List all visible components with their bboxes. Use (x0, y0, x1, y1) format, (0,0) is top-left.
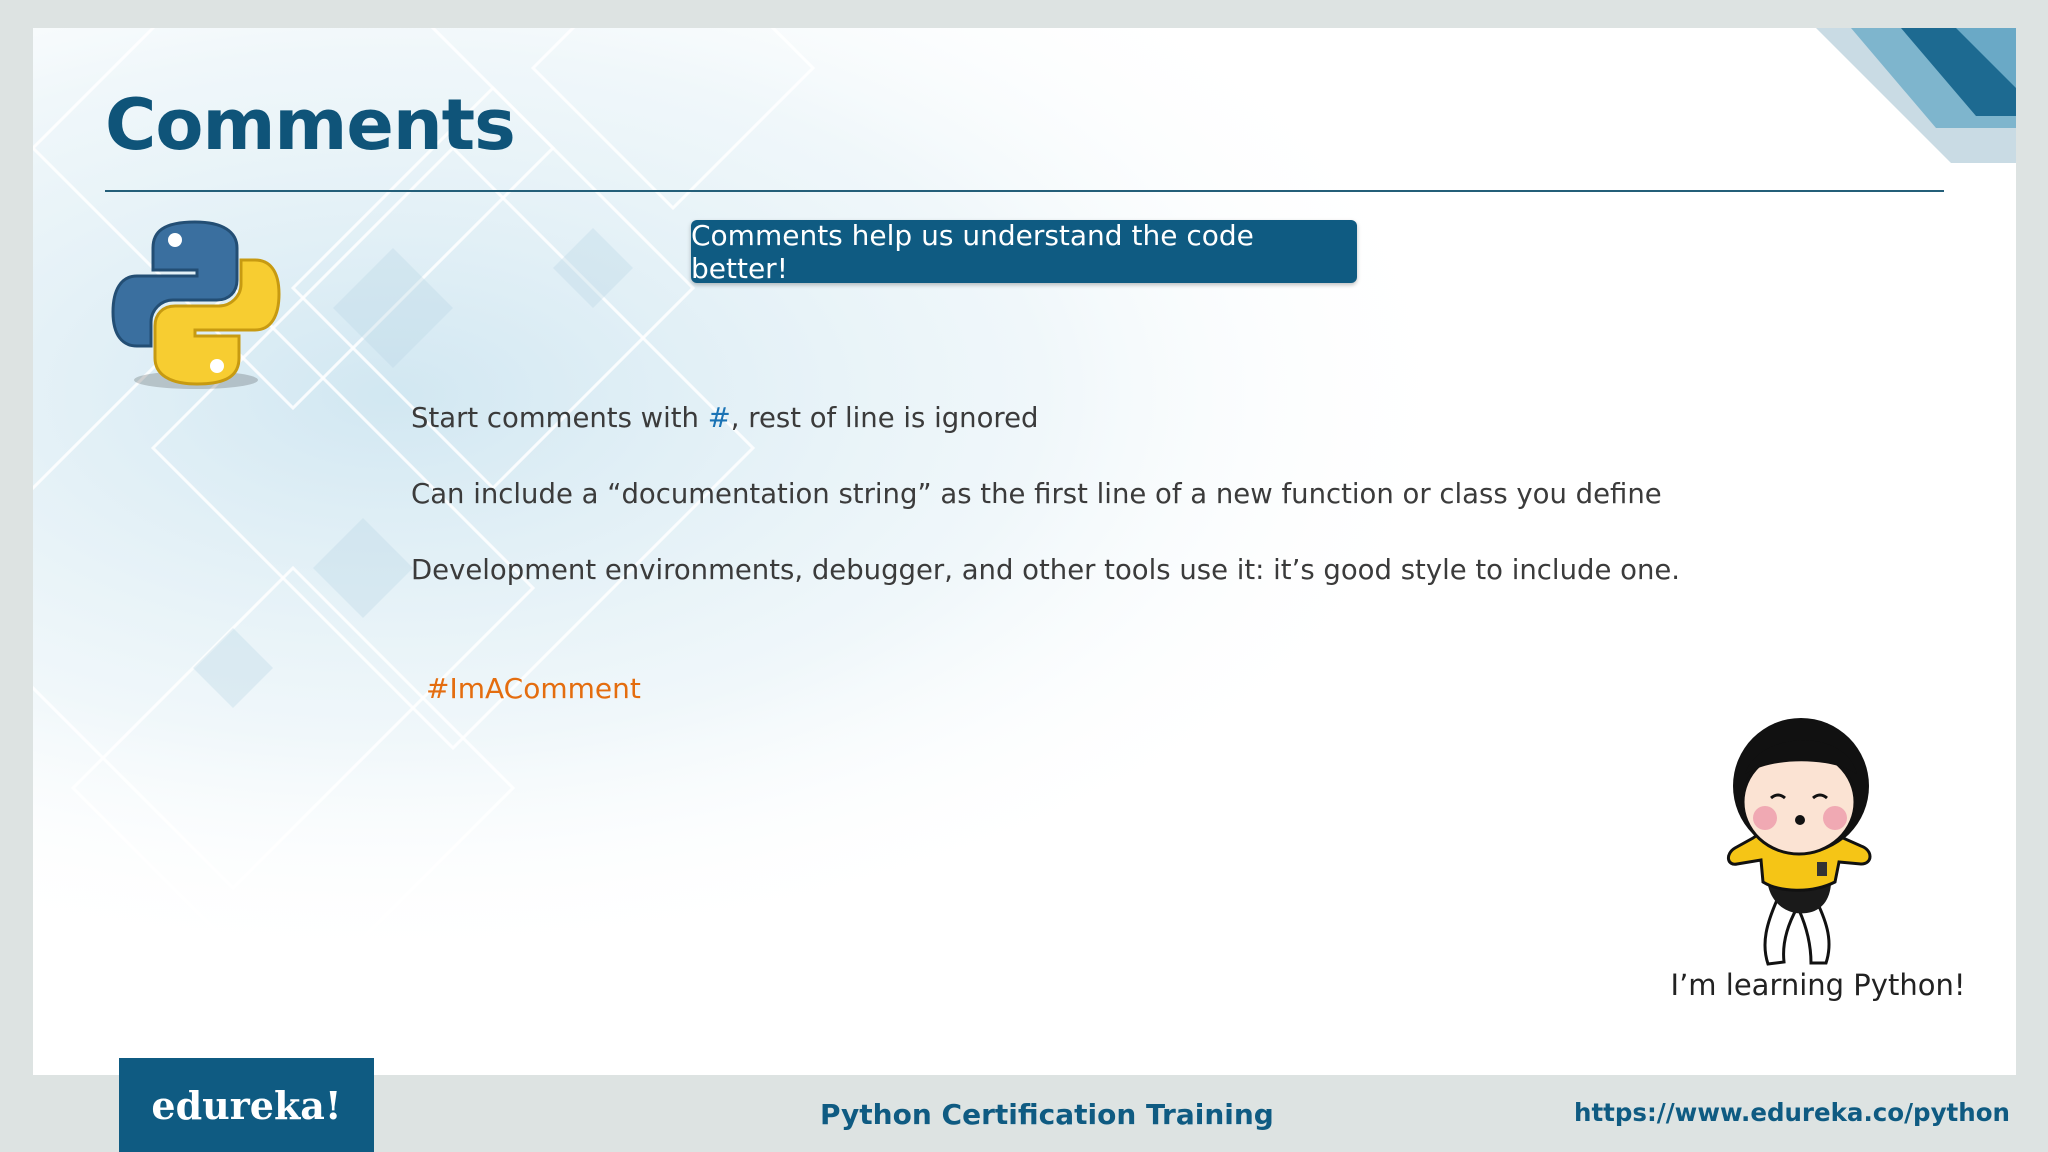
hash-symbol: # (707, 402, 731, 434)
footer-url-link[interactable]: https://www.edureka.co/python (1574, 1098, 2010, 1127)
bullet-comment-syntax: Start comments with #, rest of line is i… (411, 402, 1039, 434)
title-divider (105, 190, 1944, 192)
slide-title: Comments (105, 84, 516, 166)
key-message-callout: Comments help us understand the code bet… (691, 219, 1357, 285)
bullet-text: , rest of line is ignored (730, 402, 1039, 434)
example-comment: #ImAComment (426, 672, 641, 705)
slide-canvas: Comments Comments help us understand the… (33, 28, 2016, 1075)
logo-text: edureka! (151, 1082, 342, 1128)
bullet-tools: Development environments, debugger, and … (411, 554, 1681, 586)
python-logo-icon (111, 220, 281, 389)
footer-course-title: Python Certification Training (820, 1098, 1274, 1131)
corner-decoration (1816, 28, 2016, 163)
bullet-docstring: Can include a “documentation string” as … (411, 478, 1662, 510)
edureka-logo: edureka! (119, 1058, 374, 1152)
bullet-text: Start comments with (411, 402, 708, 434)
girl-mascot-icon (1727, 718, 1872, 966)
mascot-caption: I’m learning Python! (1670, 968, 1966, 1002)
